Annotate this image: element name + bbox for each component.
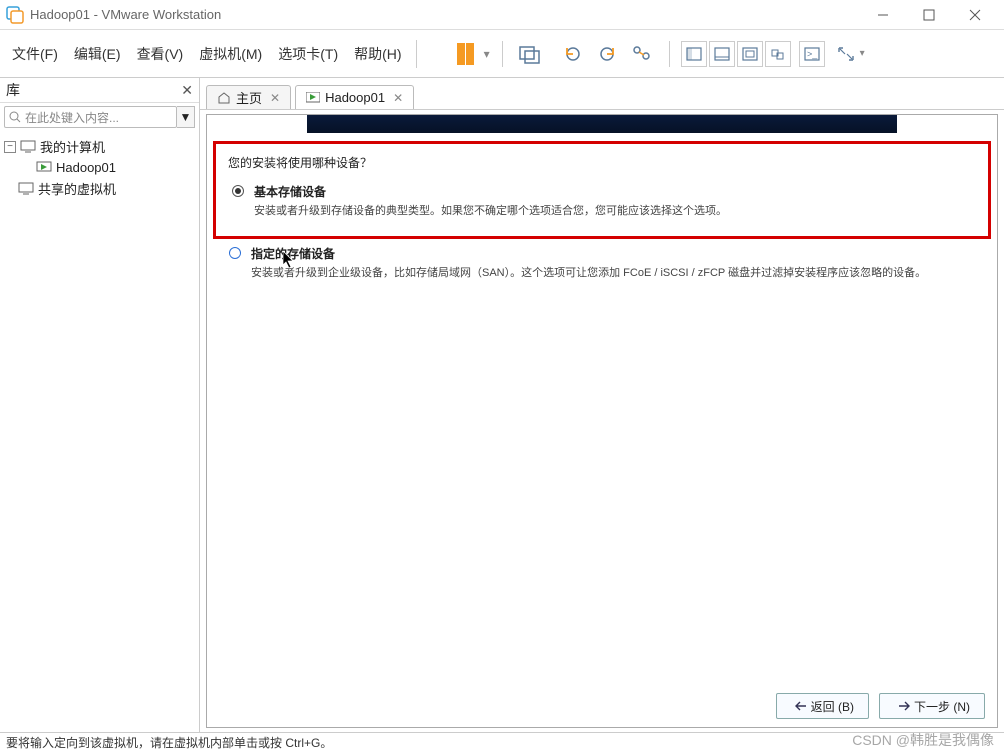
menu-tabs[interactable]: 选项卡(T) bbox=[270, 38, 346, 70]
view-multi-icon[interactable] bbox=[709, 41, 735, 67]
tree-root-label: 我的计算机 bbox=[40, 137, 105, 156]
back-button[interactable]: 返回 (B) bbox=[776, 693, 869, 719]
highlighted-option-box: 您的安装将使用哪种设备？ 基本存储设备 安装或者升级到存储设备的典型类型。如果您… bbox=[213, 141, 991, 239]
stretch-icon[interactable] bbox=[833, 41, 859, 67]
tree-child-label: Hadoop01 bbox=[56, 160, 116, 175]
view-single-icon[interactable] bbox=[681, 41, 707, 67]
view-fullscreen-icon[interactable] bbox=[737, 41, 763, 67]
arrow-right-icon bbox=[898, 701, 910, 711]
installer-question: 您的安装将使用哪种设备？ bbox=[228, 154, 976, 171]
next-label: 下一步 (N) bbox=[914, 698, 970, 715]
statusbar: 要将输入定向到该虚拟机，请在虚拟机内部单击或按 Ctrl+G。 bbox=[0, 732, 1004, 752]
opt1-title: 基本存储设备 bbox=[254, 183, 727, 200]
opt2-title: 指定的存储设备 bbox=[251, 245, 926, 262]
close-tab-icon[interactable]: ✕ bbox=[270, 91, 280, 105]
menu-edit[interactable]: 编辑(E) bbox=[66, 38, 129, 70]
menu-vm[interactable]: 虚拟机(M) bbox=[191, 38, 270, 70]
guest-header-bar bbox=[307, 115, 897, 133]
radio-basic-storage[interactable] bbox=[232, 185, 244, 197]
sidebar: 库 ✕ 在此处键入内容... ▼ − 我的计算机 Hadoop01 共享的虚拟机 bbox=[0, 78, 200, 732]
view-unity-icon[interactable] bbox=[765, 41, 791, 67]
console-icon[interactable]: >_ bbox=[799, 41, 825, 67]
back-label: 返回 (B) bbox=[811, 698, 854, 715]
menubar: 文件(F) 编辑(E) 查看(V) 虚拟机(M) 选项卡(T) 帮助(H) ▾ bbox=[0, 30, 1004, 78]
menu-file[interactable]: 文件(F) bbox=[4, 38, 66, 70]
pause-button[interactable] bbox=[450, 39, 480, 69]
tab-home[interactable]: 主页 ✕ bbox=[206, 85, 291, 109]
arrow-left-icon bbox=[795, 701, 807, 711]
tabstrip: 主页 ✕ Hadoop01 ✕ bbox=[200, 82, 1004, 110]
search-dropdown-icon[interactable]: ▼ bbox=[177, 106, 195, 128]
opt2-desc: 安装或者升级到企业级设备，比如存储局域网（SAN）。这个选项可让您添加 FCoE… bbox=[251, 264, 926, 280]
search-input[interactable]: 在此处键入内容... bbox=[4, 106, 177, 128]
close-tab-icon[interactable]: ✕ bbox=[393, 91, 403, 105]
tab-home-label: 主页 bbox=[236, 88, 262, 107]
close-library-button[interactable]: ✕ bbox=[181, 82, 193, 99]
next-button[interactable]: 下一步 (N) bbox=[879, 693, 985, 719]
vm-running-icon bbox=[306, 92, 320, 104]
snapshot-icon[interactable] bbox=[515, 39, 545, 69]
collapse-icon[interactable]: − bbox=[4, 141, 16, 153]
maximize-button[interactable] bbox=[906, 0, 952, 30]
monitor-icon bbox=[20, 140, 36, 154]
minimize-button[interactable] bbox=[860, 0, 906, 30]
vm-tree: − 我的计算机 Hadoop01 共享的虚拟机 bbox=[0, 131, 199, 204]
close-button[interactable] bbox=[952, 0, 998, 30]
tab-hadoop01[interactable]: Hadoop01 ✕ bbox=[295, 85, 414, 109]
radio-specialized-storage[interactable] bbox=[229, 247, 241, 259]
titlebar: Hadoop01 - VMware Workstation bbox=[0, 0, 1004, 30]
home-icon bbox=[217, 92, 231, 104]
snapshot-take-icon[interactable] bbox=[593, 39, 623, 69]
vm-running-icon bbox=[36, 161, 52, 175]
tree-shared-label: 共享的虚拟机 bbox=[38, 179, 116, 198]
status-hint: 要将输入定向到该虚拟机，请在虚拟机内部单击或按 Ctrl+G。 bbox=[6, 734, 332, 751]
shared-icon bbox=[18, 182, 34, 196]
opt1-desc: 安装或者升级到存储设备的典型类型。如果您不确定哪个选项适合您，您可能应该选择这个… bbox=[254, 202, 727, 218]
menu-help[interactable]: 帮助(H) bbox=[346, 38, 409, 70]
tree-shared-vms[interactable]: 共享的虚拟机 bbox=[2, 177, 197, 200]
vm-viewport[interactable]: 您的安装将使用哪种设备？ 基本存储设备 安装或者升级到存储设备的典型类型。如果您… bbox=[206, 114, 998, 728]
tab-vm-label: Hadoop01 bbox=[325, 90, 385, 105]
window-title: Hadoop01 - VMware Workstation bbox=[30, 7, 221, 22]
menu-view[interactable]: 查看(V) bbox=[129, 38, 192, 70]
revert-icon[interactable] bbox=[559, 39, 589, 69]
vmware-logo-icon bbox=[6, 6, 24, 24]
tree-vm-hadoop01[interactable]: Hadoop01 bbox=[2, 158, 197, 177]
snapshot-manage-icon[interactable] bbox=[627, 39, 657, 69]
search-placeholder: 在此处键入内容... bbox=[25, 109, 119, 126]
library-header: 库 bbox=[6, 80, 20, 100]
search-icon bbox=[9, 111, 21, 123]
tree-my-computer[interactable]: − 我的计算机 bbox=[2, 135, 197, 158]
svg-text:>_: >_ bbox=[807, 49, 818, 59]
